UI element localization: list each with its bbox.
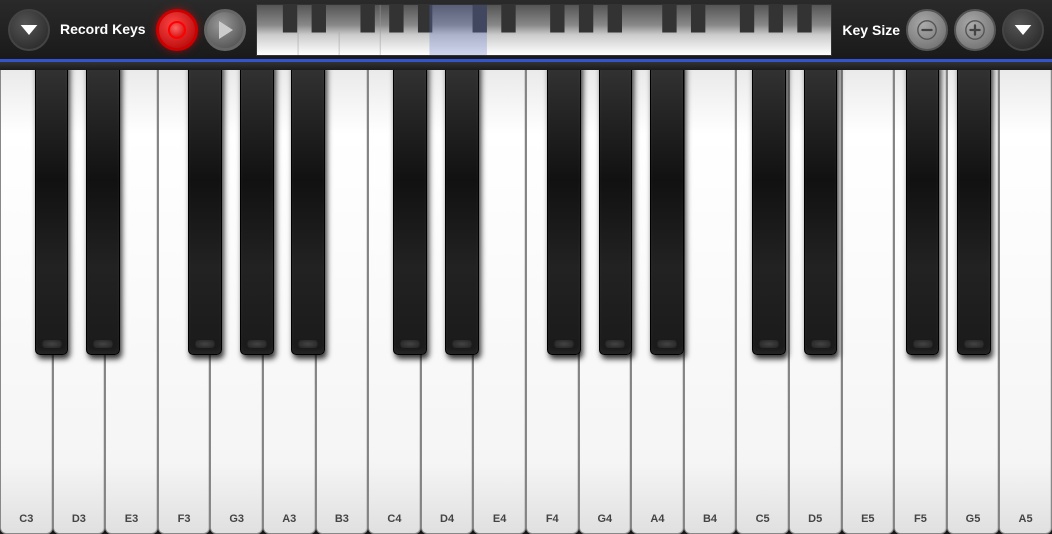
key-label-g3: G3 [229,513,244,525]
mini-piano-visual [257,5,832,55]
key-label-e3: E3 [125,513,138,525]
black-key-csharp3[interactable] [35,62,69,355]
key-label-e5: E5 [861,513,874,525]
app-header: Record Keys [0,0,1052,62]
record-button-inner [168,21,186,39]
key-label-e4: E4 [493,513,506,525]
key-label-c3: C3 [19,513,33,525]
black-key-fsharp3[interactable] [188,62,222,355]
key-label-b3: B3 [335,513,349,525]
key-label-f4: F4 [546,513,559,525]
black-key-asharp4[interactable] [650,62,684,355]
key-label-d4: D4 [440,513,454,525]
menu-dropdown-button[interactable] [8,9,50,51]
plus-icon [964,19,986,41]
minus-icon [916,19,938,41]
black-key-gsharp4[interactable] [599,62,633,355]
key-label-d5: D5 [808,513,822,525]
mini-piano-display [256,4,833,56]
key-label-g5: G5 [966,513,981,525]
key-label-d3: D3 [72,513,86,525]
key-label-a5: A5 [1019,513,1033,525]
white-key-e5[interactable]: E5 [842,62,895,534]
decrease-size-button[interactable] [906,9,948,51]
key-label-a3: A3 [282,513,296,525]
mini-piano-svg [257,5,832,55]
header-right-controls: Key Size [842,9,1044,51]
record-button[interactable] [156,9,198,51]
piano-top-edge [0,62,1052,70]
play-button[interactable] [204,9,246,51]
key-label-f5: F5 [914,513,927,525]
increase-size-button[interactable] [954,9,996,51]
black-key-dsharp5[interactable] [804,62,838,355]
key-size-label: Key Size [842,22,900,38]
key-label-f3: F3 [178,513,191,525]
white-key-e4[interactable]: E4 [473,62,526,534]
black-key-csharp4[interactable] [393,62,427,355]
key-label-c5: C5 [756,513,770,525]
key-label-a4: A4 [650,513,664,525]
black-key-gsharp5[interactable] [957,62,991,355]
black-key-dsharp3[interactable] [86,62,120,355]
black-key-asharp3[interactable] [291,62,325,355]
play-icon [219,21,233,39]
black-key-fsharp4[interactable] [547,62,581,355]
key-label-c4: C4 [387,513,401,525]
piano-keyboard-container: C3 D3 E3 F3 G3 A3 B3 C4 D4 E4 F4 G4 A4 B4 C5 D5 E5 F5 G5 A5 [0,62,1052,534]
header-left-controls: Record Keys [8,9,246,51]
key-label-b4: B4 [703,513,717,525]
black-key-csharp5[interactable] [752,62,786,355]
black-key-gsharp3[interactable] [240,62,274,355]
record-keys-label: Record Keys [60,21,146,38]
white-key-b4[interactable]: B4 [684,62,737,534]
black-key-fsharp5[interactable] [906,62,940,355]
key-size-dropdown-button[interactable] [1002,9,1044,51]
key-label-g4: G4 [597,513,612,525]
white-key-a5[interactable]: A5 [999,62,1052,534]
black-key-dsharp4[interactable] [445,62,479,355]
white-keys-row: C3 D3 E3 F3 G3 A3 B3 C4 D4 E4 F4 G4 A4 B4 C5 D5 E5 F5 G5 A5 [0,62,1052,534]
